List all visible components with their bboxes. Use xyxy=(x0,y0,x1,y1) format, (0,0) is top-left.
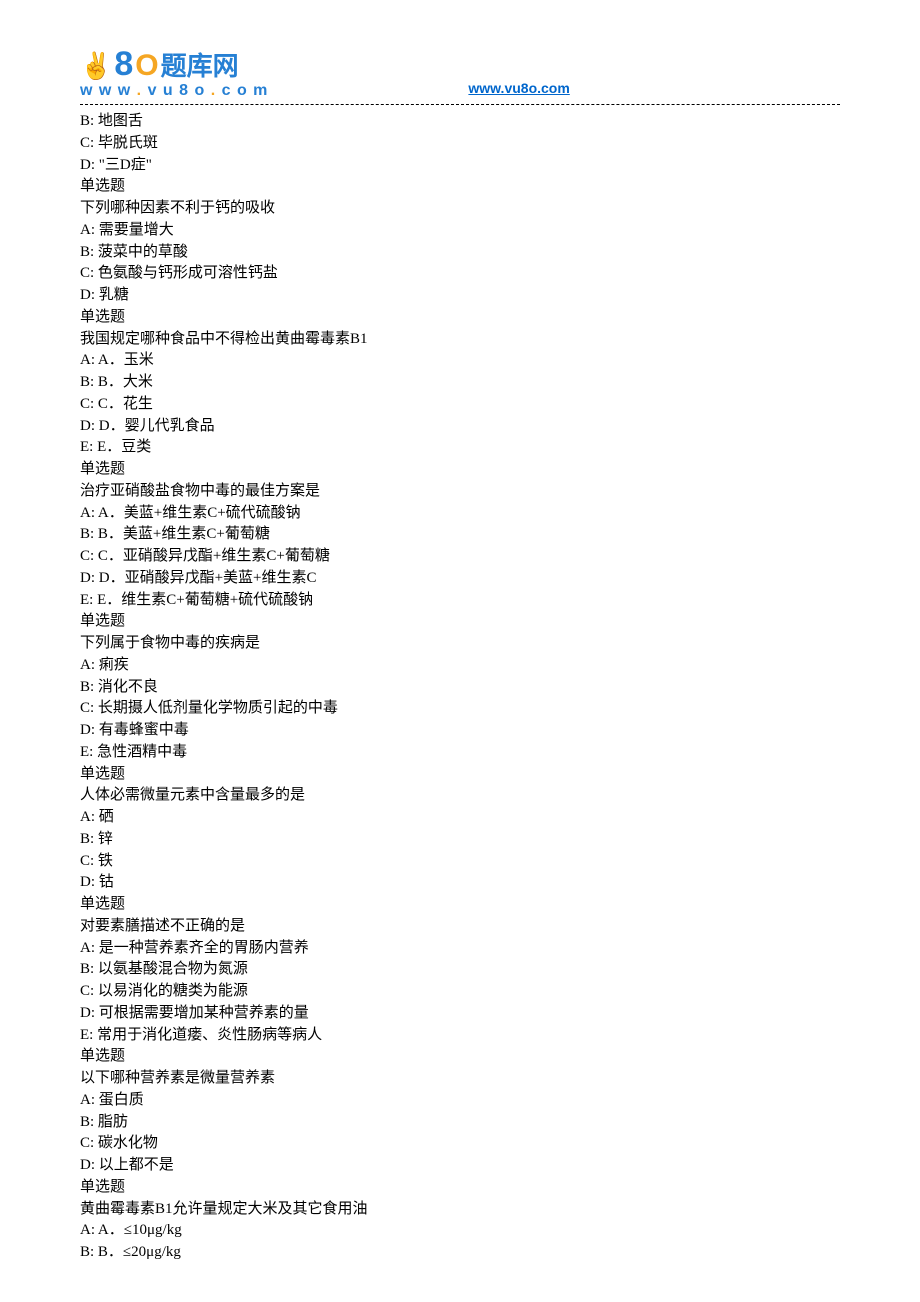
text-line: A: A．≤10μg/kg xyxy=(80,1220,840,1242)
text-line: B: 消化不良 xyxy=(80,677,840,699)
text-line: 我国规定哪种食品中不得检出黄曲霉毒素B1 xyxy=(80,329,840,351)
text-line: B: B．大米 xyxy=(80,372,840,394)
text-line: D: 钴 xyxy=(80,872,840,894)
site-logo: ✌ 8 O 题库网 w w w . v u 8 o . c o m xyxy=(80,45,268,100)
text-line: E: 急性酒精中毒 xyxy=(80,742,840,764)
text-line: B: B．≤20μg/kg xyxy=(80,1242,840,1264)
header-divider xyxy=(80,104,840,105)
text-line: A: 硒 xyxy=(80,807,840,829)
text-line: B: B．美蓝+维生素C+葡萄糖 xyxy=(80,524,840,546)
page-header: ✌ 8 O 题库网 w w w . v u 8 o . c o m www.vu… xyxy=(80,45,840,105)
document-content: B: 地图舌C: 毕脱氏斑D: "三D症"单选题下列哪种因素不利于钙的吸收A: … xyxy=(80,111,840,1264)
text-line: 人体必需微量元素中含量最多的是 xyxy=(80,785,840,807)
text-line: C: 碳水化物 xyxy=(80,1133,840,1155)
text-line: C: 色氨酸与钙形成可溶性钙盐 xyxy=(80,263,840,285)
text-line: 黄曲霉毒素B1允许量规定大米及其它食用油 xyxy=(80,1199,840,1221)
text-line: 治疗亚硝酸盐食物中毒的最佳方案是 xyxy=(80,481,840,503)
text-line: E: E．豆类 xyxy=(80,437,840,459)
document-page: ✌ 8 O 题库网 w w w . v u 8 o . c o m www.vu… xyxy=(0,0,920,1294)
text-line: 以下哪种营养素是微量营养素 xyxy=(80,1068,840,1090)
text-line: A: 蛋白质 xyxy=(80,1090,840,1112)
text-line: 单选题 xyxy=(80,1177,840,1199)
text-line: B: 地图舌 xyxy=(80,111,840,133)
text-line: E: E．维生素C+葡萄糖+硫代硫酸钠 xyxy=(80,590,840,612)
logo-row: ✌ 8 O 题库网 w w w . v u 8 o . c o m www.vu… xyxy=(80,45,840,100)
text-line: 单选题 xyxy=(80,176,840,198)
text-line: C: 长期摄人低剂量化学物质引起的中毒 xyxy=(80,698,840,720)
text-line: B: 脂肪 xyxy=(80,1112,840,1134)
text-line: A: A．玉米 xyxy=(80,350,840,372)
logo-8-glyph: 8 xyxy=(114,45,133,84)
logo-hand-icon: ✌ xyxy=(79,51,114,84)
text-line: D: D．亚硝酸异戊酯+美蓝+维生素C xyxy=(80,568,840,590)
text-line: B: 锌 xyxy=(80,829,840,851)
text-line: C: C．亚硝酸异戊酯+维生素C+葡萄糖 xyxy=(80,546,840,568)
text-line: 单选题 xyxy=(80,894,840,916)
text-line: 单选题 xyxy=(80,1046,840,1068)
text-line: D: 可根据需要增加某种营养素的量 xyxy=(80,1003,840,1025)
text-line: D: "三D症" xyxy=(80,155,840,177)
text-line: A: 痢疾 xyxy=(80,655,840,677)
text-line: A: 需要量增大 xyxy=(80,220,840,242)
text-line: A: 是一种营养素齐全的胃肠内营养 xyxy=(80,938,840,960)
text-line: D: 乳糖 xyxy=(80,285,840,307)
text-line: E: 常用于消化道瘘、炎性肠病等病人 xyxy=(80,1025,840,1047)
text-line: 下列哪种因素不利于钙的吸收 xyxy=(80,198,840,220)
logo-cn-text: 题库网 xyxy=(161,46,239,83)
text-line: C: C．花生 xyxy=(80,394,840,416)
text-line: B: 以氨基酸混合物为氮源 xyxy=(80,959,840,981)
text-line: D: D．婴儿代乳食品 xyxy=(80,416,840,438)
text-line: 下列属于食物中毒的疾病是 xyxy=(80,633,840,655)
text-line: A: A．美蓝+维生素C+硫代硫酸钠 xyxy=(80,503,840,525)
header-link[interactable]: www.vu8o.com xyxy=(468,80,569,100)
text-line: D: 有毒蜂蜜中毒 xyxy=(80,720,840,742)
text-line: 单选题 xyxy=(80,459,840,481)
text-line: C: 毕脱氏斑 xyxy=(80,133,840,155)
logo-o-glyph: O xyxy=(135,49,158,83)
text-line: 对要素膳描述不正确的是 xyxy=(80,916,840,938)
logo-url-text: w w w . v u 8 o . c o m xyxy=(80,82,268,100)
text-line: D: 以上都不是 xyxy=(80,1155,840,1177)
text-line: C: 铁 xyxy=(80,851,840,873)
text-line: C: 以易消化的糖类为能源 xyxy=(80,981,840,1003)
text-line: 单选题 xyxy=(80,611,840,633)
text-line: 单选题 xyxy=(80,307,840,329)
logo-graphic: ✌ 8 O 题库网 xyxy=(80,45,268,84)
text-line: 单选题 xyxy=(80,764,840,786)
text-line: B: 菠菜中的草酸 xyxy=(80,242,840,264)
